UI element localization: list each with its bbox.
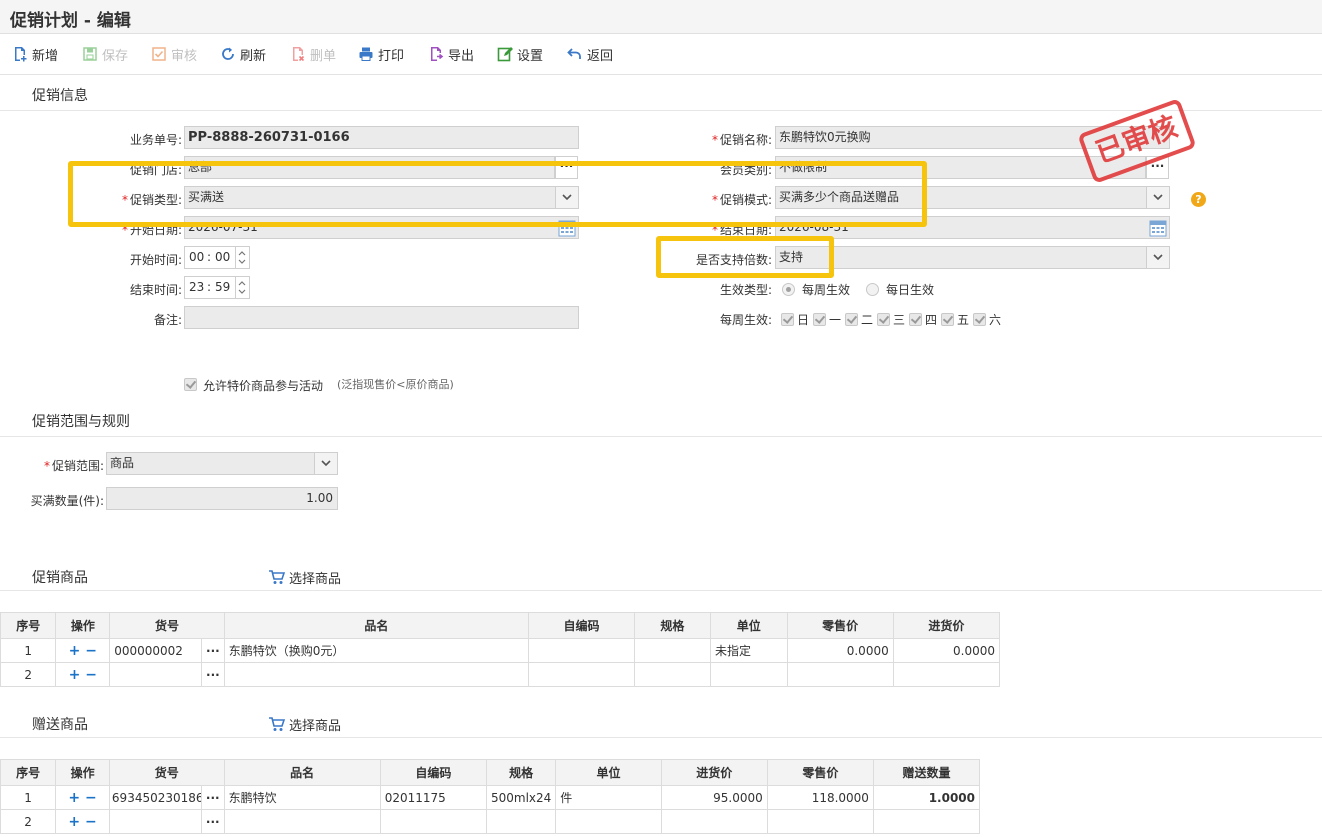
- page-title: 促销计划 - 编辑: [10, 11, 131, 31]
- row-picker-button[interactable]: ···: [201, 662, 225, 687]
- section-title-gift-goods: 赠送商品: [32, 717, 88, 733]
- row-add-remove-buttons[interactable]: + −: [55, 809, 110, 834]
- end-time-label: 结束时间:: [129, 283, 182, 297]
- promo-goods-table: 序号 操作 货号 品名 自编码 规格 单位 零售价 进货价 1 + − 0000…: [0, 612, 1001, 687]
- row-picker-button[interactable]: ···: [201, 638, 225, 663]
- table-header: 序号 操作 货号 品名 自编码 规格 单位 零售价 进货价: [0, 612, 1001, 639]
- section-title-promo-goods: 促销商品: [32, 570, 88, 586]
- gift-goods-table: 序号 操作 货号 品名 自编码 规格 单位 进货价 零售价 赠送数量 1 + −…: [0, 759, 981, 834]
- refresh-icon: [222, 47, 234, 60]
- day-checkbox[interactable]: [973, 313, 986, 326]
- scope-label: * 促销范围:: [43, 459, 104, 473]
- order-no-field[interactable]: PP-8888-260731-0166: [184, 126, 579, 149]
- row-add-remove-buttons[interactable]: + −: [55, 662, 111, 687]
- start-hour[interactable]: 00: [189, 247, 204, 268]
- highlight-box: [656, 236, 834, 278]
- row-picker-button[interactable]: ···: [200, 809, 225, 834]
- section-divider: [0, 590, 1322, 591]
- weekly-label: 每周生效:: [719, 313, 772, 327]
- toolbar: 新增 保存 审核 刷新 删单 打印 导出 设置 返回: [0, 34, 1322, 75]
- day-label: 日: [797, 313, 810, 327]
- select-goods-button[interactable]: 选择商品: [268, 568, 341, 587]
- cart-icon: [269, 717, 285, 731]
- name-label: * 促销名称:: [711, 133, 772, 147]
- day-checkbox[interactable]: [781, 313, 794, 326]
- table-row[interactable]: 1 + − 6934502301862 ··· 东鹏特饮 02011175 50…: [0, 785, 981, 810]
- day-checkbox[interactable]: [813, 313, 826, 326]
- add-doc-icon: [15, 47, 27, 62]
- help-icon[interactable]: ?: [1191, 192, 1206, 207]
- export-button[interactable]: 导出: [428, 44, 474, 64]
- section-title-scope: 促销范围与规则: [32, 414, 130, 430]
- highlight-box: [68, 161, 927, 227]
- select-gift-goods-button[interactable]: 选择商品: [268, 715, 341, 734]
- add-button[interactable]: 新增: [12, 44, 58, 64]
- edit-icon: [497, 47, 513, 62]
- end-hour[interactable]: 23: [189, 277, 204, 298]
- export-icon: [431, 47, 444, 61]
- radio-weekly[interactable]: [782, 283, 795, 296]
- scope-select[interactable]: 商品: [106, 452, 338, 475]
- end-time-spinner[interactable]: 23 : 59: [184, 276, 250, 299]
- table-row[interactable]: 1 + − 000000002 ··· 东鹏特饮（换购0元） 未指定 0.000…: [0, 638, 1001, 663]
- delete-button[interactable]: 删单: [290, 44, 336, 64]
- day-label: 四: [925, 313, 938, 327]
- spinner-arrows-icon[interactable]: [235, 277, 249, 298]
- section-title-info: 促销信息: [32, 88, 88, 104]
- allow-special-checkbox[interactable]: [184, 378, 197, 391]
- save-icon: [83, 47, 97, 61]
- table-header: 序号 操作 货号 品名 自编码 规格 单位 进货价 零售价 赠送数量: [0, 759, 981, 786]
- day-label: 五: [957, 313, 970, 327]
- day-checkbox[interactable]: [909, 313, 922, 326]
- title-bar: 促销计划 - 编辑: [0, 0, 1322, 34]
- chevron-down-icon[interactable]: [1146, 247, 1169, 268]
- print-button[interactable]: 打印: [358, 44, 404, 64]
- cart-icon: [269, 570, 285, 584]
- row-picker-button[interactable]: ···: [200, 785, 225, 810]
- day-label: 二: [861, 313, 874, 327]
- effect-type-label: 生效类型:: [719, 283, 772, 297]
- start-time-label: 开始时间:: [129, 253, 182, 267]
- section-divider: [0, 737, 1322, 738]
- day-label: 一: [829, 313, 842, 327]
- delete-doc-icon: [293, 47, 305, 62]
- save-button[interactable]: 保存: [82, 44, 128, 64]
- day-label: 三: [893, 313, 906, 327]
- spinner-arrows-icon[interactable]: [235, 247, 249, 268]
- table-row[interactable]: 2 + − ···: [0, 662, 1001, 687]
- refresh-button[interactable]: 刷新: [220, 44, 266, 64]
- row-add-remove-buttons[interactable]: + −: [55, 638, 111, 663]
- section-divider: [0, 110, 1322, 111]
- radio-daily[interactable]: [866, 283, 879, 296]
- order-no-label: 业务单号:: [129, 133, 182, 147]
- day-checkbox[interactable]: [941, 313, 954, 326]
- radio-daily-label: 每日生效: [886, 283, 935, 297]
- chevron-down-icon[interactable]: [1146, 187, 1169, 208]
- chevron-down-icon[interactable]: [314, 453, 337, 474]
- day-checkbox[interactable]: [877, 313, 890, 326]
- qty-label: 买满数量(件):: [30, 494, 104, 508]
- calendar-icon[interactable]: [1148, 218, 1168, 238]
- back-button[interactable]: 返回: [567, 44, 613, 64]
- day-checkbox[interactable]: [845, 313, 858, 326]
- check-box-icon: [152, 47, 166, 61]
- radio-weekly-label: 每周生效: [802, 283, 851, 297]
- start-time-spinner[interactable]: 00 : 00: [184, 246, 250, 269]
- printer-icon: [359, 47, 373, 61]
- back-arrow-icon: [567, 48, 581, 59]
- settings-button[interactable]: 设置: [497, 44, 543, 64]
- qty-field[interactable]: 1.00: [106, 487, 338, 510]
- remark-label: 备注:: [153, 313, 182, 327]
- audit-button[interactable]: 审核: [151, 44, 197, 64]
- end-minute[interactable]: 59: [215, 277, 230, 298]
- allow-special-note: (泛指现售价<原价商品): [337, 378, 454, 391]
- multiple-select[interactable]: 支持: [775, 246, 1170, 269]
- row-add-remove-buttons[interactable]: + −: [55, 785, 110, 810]
- allow-special-label: 允许特价商品参与活动: [203, 379, 324, 393]
- section-divider: [0, 436, 1322, 437]
- start-minute[interactable]: 00: [215, 247, 230, 268]
- table-row[interactable]: 2 + − ···: [0, 809, 981, 834]
- remark-field[interactable]: [184, 306, 579, 329]
- day-label: 六: [989, 313, 1002, 327]
